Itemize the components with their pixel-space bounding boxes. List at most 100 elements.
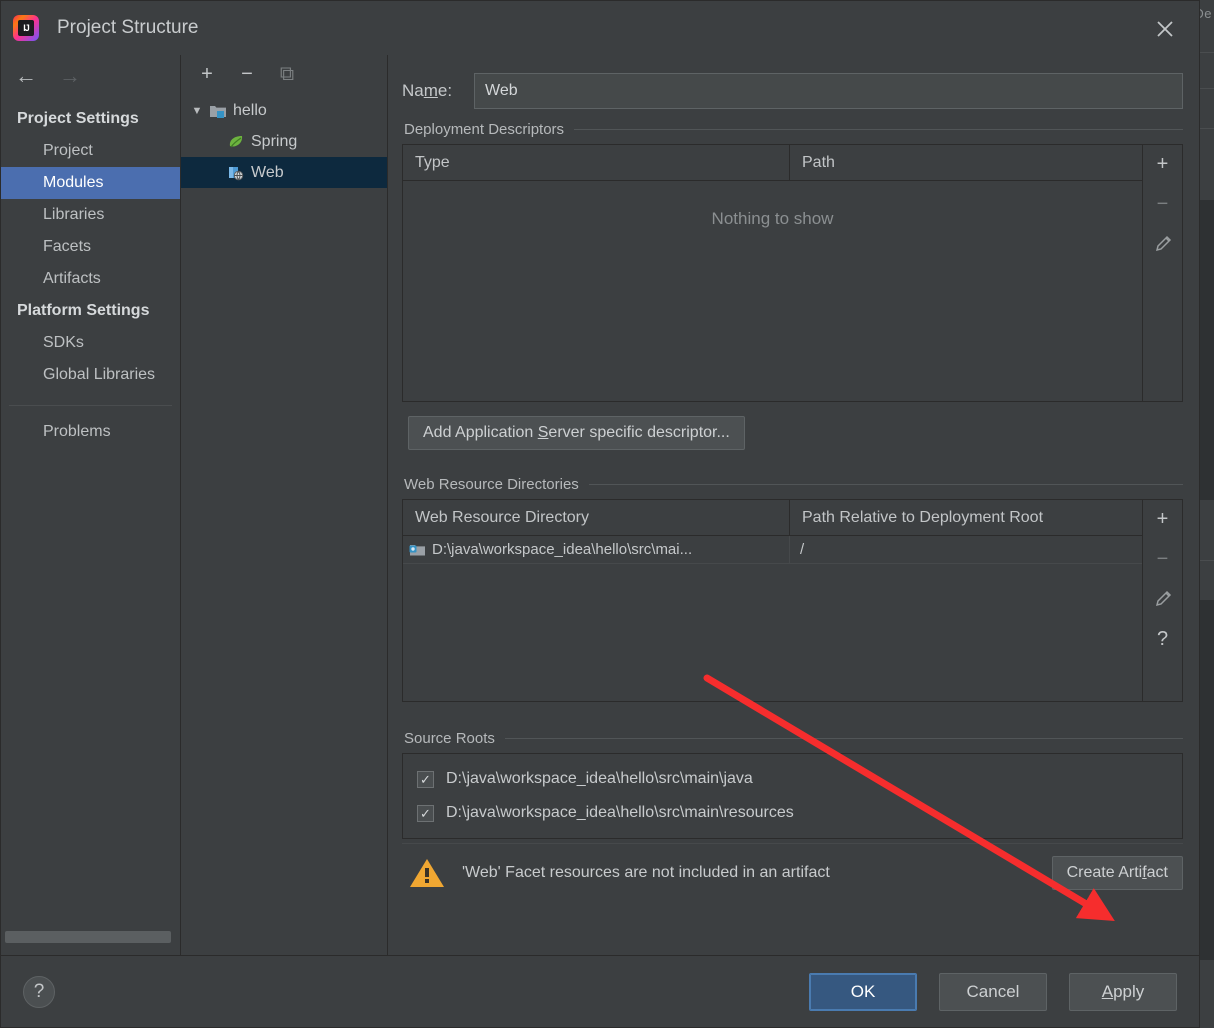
sidebar-horizontal-scrollbar[interactable] [5,931,171,943]
facet-settings-panel: Name: Deployment Descriptors Type Path [388,55,1199,955]
sidebar-item-problems[interactable]: Problems [1,416,180,448]
source-root-label: D:\java\workspace_idea\hello\src\main\ja… [446,770,753,787]
ok-button[interactable]: OK [809,972,917,1011]
name-input[interactable] [474,73,1183,109]
list-item[interactable]: ✓ D:\java\workspace_idea\hello\src\main\… [403,762,1182,796]
section-label-text: Deployment Descriptors [404,121,565,138]
table-row[interactable]: D:\java\workspace_idea\hello\src\mai... … [403,536,1142,564]
artifact-warning-row: 'Web' Facet resources are not included i… [402,843,1183,901]
cancel-button[interactable]: Cancel [939,972,1047,1011]
source-roots-list: ✓ D:\java\workspace_idea\hello\src\main\… [402,753,1183,839]
btn-mnemonic: S [537,424,549,441]
table-body: D:\java\workspace_idea\hello\src\mai... … [403,536,1142,564]
sidebar-group-project-settings: Project Settings [17,110,139,127]
source-root-checkbox[interactable]: ✓ [417,804,434,822]
remove-module-icon[interactable]: − [235,62,259,86]
btn-part2: erver specific descriptor... [548,424,730,441]
sidebar-item-global-libraries[interactable]: Global Libraries [1,359,180,391]
warning-triangle-icon [408,856,446,890]
column-header-path[interactable]: Path [789,145,1142,180]
edit-pencil-icon[interactable] [1150,586,1176,612]
create-artifact-button[interactable]: Create Artifact [1051,855,1183,890]
section-rule [588,484,1183,485]
cell-text: D:\java\workspace_idea\hello\src\mai... [432,541,693,558]
web-facet-icon [225,165,247,181]
back-arrow-icon[interactable]: ← [15,65,37,87]
dialog-body: ← → Project Settings Project Modules Lib… [1,55,1199,955]
section-rule [504,738,1183,739]
copy-module-icon[interactable]: ⧉ [275,62,299,86]
settings-sidebar: ← → Project Settings Project Modules Lib… [1,55,181,955]
sidebar-item-facets[interactable]: Facets [1,231,180,263]
sidebar-item-libraries[interactable]: Libraries [1,199,180,231]
intellij-idea-logo-icon: IJ [13,15,39,41]
sidebar-item-modules[interactable]: Modules [1,167,180,199]
folder-module-icon [207,103,229,119]
tree-node-spring[interactable]: Spring [181,126,387,157]
table-main: Type Path Nothing to show [403,145,1142,401]
name-label-part1: Na [402,81,424,100]
source-roots-section-label: Source Roots [402,726,1183,753]
apply-button[interactable]: Apply [1069,972,1177,1011]
remove-icon[interactable]: − [1150,546,1176,572]
tree-node-label: Web [251,163,284,181]
remove-icon[interactable]: − [1150,191,1176,217]
source-root-checkbox[interactable]: ✓ [417,770,434,788]
name-label-mnemonic: m [423,81,438,100]
deployment-descriptors-table: Type Path Nothing to show + − [402,144,1183,402]
name-row: Name: [402,55,1183,117]
web-folder-icon [409,543,426,557]
logo-letters: IJ [18,20,34,36]
table-header: Type Path [403,145,1142,181]
close-icon[interactable] [1149,13,1181,45]
btn-part2: act [1146,863,1168,881]
edit-pencil-icon[interactable] [1150,231,1176,257]
tree-node-label: hello [233,101,267,119]
cell-web-resource-directory: D:\java\workspace_idea\hello\src\mai... [403,536,789,563]
help-icon[interactable]: ? [1150,626,1176,652]
sidebar-divider [9,405,172,406]
tree-node-label: Spring [251,132,298,150]
dialog-title: Project Structure [57,17,199,38]
module-tree-toolbar: + − ⧉ [181,55,387,93]
deployment-descriptors-section-label: Deployment Descriptors [402,117,1183,144]
column-header-web-resource-directory[interactable]: Web Resource Directory [403,500,789,535]
add-icon[interactable]: + [1150,151,1176,177]
btn-part1: Create Arti [1066,863,1143,881]
btn-part1: Add Application [423,424,538,441]
section-label-text: Source Roots [404,730,495,747]
deployment-descriptors-actions: + − [1142,145,1182,401]
web-resource-directories-table: Web Resource Directory Path Relative to … [402,499,1183,702]
add-icon[interactable]: + [1150,506,1176,532]
module-tree: ▼ hello Spring Web [181,93,387,188]
tree-node-web[interactable]: Web [181,157,387,188]
section-label-text: Web Resource Directories [404,476,579,493]
dialog-titlebar: IJ Project Structure [1,1,1199,55]
name-label-part2: e: [437,81,453,100]
web-resource-directories-section-label: Web Resource Directories [402,472,1183,499]
add-application-server-descriptor-button[interactable]: Add Application Server specific descript… [408,416,745,450]
btn-mnemonic: A [1101,981,1114,1001]
help-icon[interactable]: ? [23,975,55,1008]
source-root-label: D:\java\workspace_idea\hello\src\main\re… [446,804,794,821]
list-item[interactable]: ✓ D:\java\workspace_idea\hello\src\main\… [403,796,1182,830]
sidebar-item-project[interactable]: Project [1,135,180,167]
add-module-icon[interactable]: + [195,62,219,86]
web-resource-directories-actions: + − ? [1142,500,1182,701]
forward-arrow-icon[interactable]: → [59,65,81,87]
expander-icon[interactable]: ▼ [187,105,207,117]
table-main: Web Resource Directory Path Relative to … [403,500,1142,701]
btn-part2: pply [1113,981,1145,1001]
dialog-footer: ? OK Cancel Apply [1,955,1199,1027]
sidebar-group-platform-settings: Platform Settings [17,302,150,319]
warning-message: 'Web' Facet resources are not included i… [462,863,830,881]
section-rule [574,129,1183,130]
column-header-path-relative[interactable]: Path Relative to Deployment Root [789,500,1142,535]
tree-node-hello[interactable]: ▼ hello [181,95,387,126]
name-label: Name: [402,81,474,101]
table-body: Nothing to show [403,181,1142,229]
table-header: Web Resource Directory Path Relative to … [403,500,1142,536]
sidebar-item-sdks[interactable]: SDKs [1,327,180,359]
sidebar-item-artifacts[interactable]: Artifacts [1,263,180,295]
column-header-type[interactable]: Type [403,145,789,180]
